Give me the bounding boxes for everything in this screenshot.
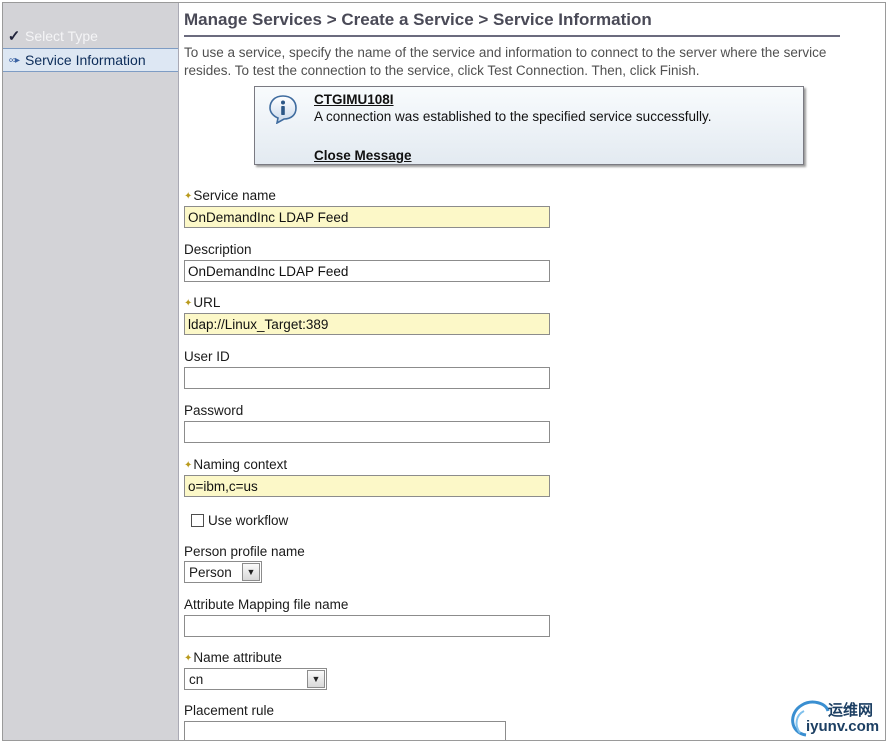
sidebar-step-select-type[interactable]: ✓ Select Type xyxy=(3,25,178,47)
description-label: Description xyxy=(184,242,252,257)
user-id-field[interactable] xyxy=(184,367,550,389)
person-profile-label: Person profile name xyxy=(184,544,305,559)
service-name-field[interactable] xyxy=(184,206,550,228)
naming-context-field[interactable] xyxy=(184,475,550,497)
sidebar-step-label: Select Type xyxy=(25,28,98,44)
watermark-cn-text: 运维网 xyxy=(828,702,874,719)
watermark-url-text: iyunv.com xyxy=(806,718,880,735)
service-name-label: ✦Service name xyxy=(184,188,276,203)
message-box: CTGIMU108I A connection was established … xyxy=(254,86,804,165)
placement-rule-label: Placement rule xyxy=(184,703,275,718)
name-attribute-label: ✦Name attribute xyxy=(184,650,282,665)
title-divider xyxy=(184,35,840,37)
required-star-icon: ✦ xyxy=(184,191,193,202)
chevron-down-icon[interactable]: ▼ xyxy=(242,563,260,581)
placement-rule-textarea[interactable] xyxy=(184,721,506,740)
check-icon: ✓ xyxy=(7,28,21,45)
required-star-icon: ✦ xyxy=(184,653,193,664)
url-field[interactable] xyxy=(184,313,550,335)
description-field[interactable] xyxy=(184,260,550,282)
sidebar-step-label: Service Information xyxy=(25,52,146,68)
required-star-icon: ✦ xyxy=(184,298,193,309)
current-step-arrow-icon: ∞▸ xyxy=(8,54,20,66)
name-attribute-select[interactable]: cn ▼ xyxy=(184,668,327,690)
main-content: Manage Services > Create a Service > Ser… xyxy=(184,3,884,740)
naming-context-label: ✦Naming context xyxy=(184,457,288,472)
name-attribute-value: cn xyxy=(189,671,204,687)
app-frame: ✓ Select Type ∞▸ Service Information Man… xyxy=(2,2,886,741)
attribute-mapping-label: Attribute Mapping file name xyxy=(184,597,349,612)
attribute-mapping-field[interactable] xyxy=(184,615,550,637)
chevron-down-icon[interactable]: ▼ xyxy=(307,670,325,688)
person-profile-select[interactable]: Person ▼ xyxy=(184,561,262,583)
page-title: Manage Services > Create a Service > Ser… xyxy=(184,10,652,29)
wizard-sidebar: ✓ Select Type ∞▸ Service Information xyxy=(3,3,179,740)
required-star-icon: ✦ xyxy=(184,460,193,471)
password-field[interactable] xyxy=(184,421,550,443)
message-text: A connection was established to the spec… xyxy=(314,109,712,124)
use-workflow-checkbox[interactable] xyxy=(191,514,204,527)
person-profile-value: Person xyxy=(189,564,232,580)
password-label: Password xyxy=(184,403,244,418)
user-id-label: User ID xyxy=(184,349,230,364)
use-workflow-label: Use workflow xyxy=(208,513,289,528)
info-icon xyxy=(269,95,297,124)
sidebar-step-service-information[interactable]: ∞▸ Service Information xyxy=(3,48,178,72)
message-id[interactable]: CTGIMU108I xyxy=(314,92,394,107)
intro-text: To use a service, specify the name of th… xyxy=(184,45,827,78)
url-label: ✦URL xyxy=(184,295,221,310)
close-message-link[interactable]: Close Message xyxy=(314,148,412,163)
